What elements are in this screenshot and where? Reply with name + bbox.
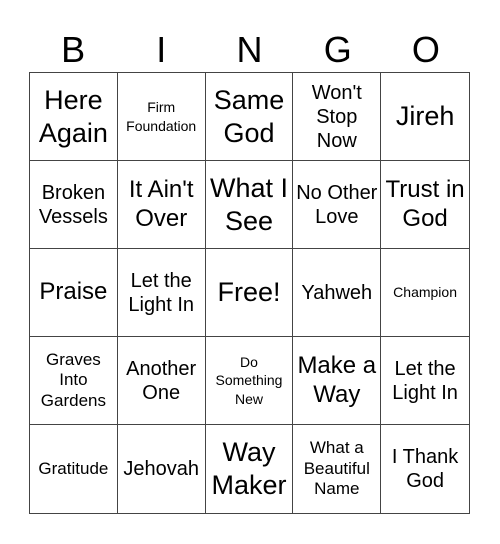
header-letter-o: O bbox=[411, 29, 440, 70]
bingo-cell-n-3[interactable]: Free! bbox=[205, 249, 294, 337]
bingo-cell-n-2[interactable]: What I See bbox=[205, 161, 294, 249]
bingo-cell-i-4[interactable]: Another One bbox=[117, 337, 206, 425]
header-letter-n: N bbox=[236, 29, 263, 70]
bingo-cell-o-1[interactable]: Jireh bbox=[381, 73, 469, 161]
bingo-cell-i-1[interactable]: Firm Foundation bbox=[117, 73, 206, 161]
bingo-cell-g-4[interactable]: Make a Way bbox=[293, 337, 382, 425]
bingo-cell-i-3[interactable]: Let the Light In bbox=[117, 249, 206, 337]
bingo-cell-n-1[interactable]: Same God bbox=[205, 73, 294, 161]
bingo-cell-o-4[interactable]: Let the Light In bbox=[381, 337, 469, 425]
bingo-header: B I N G O bbox=[29, 30, 470, 70]
header-letter-g: G bbox=[323, 29, 352, 70]
bingo-cell-g-3[interactable]: Yahweh bbox=[293, 249, 382, 337]
bingo-cell-b-2[interactable]: Broken Vessels bbox=[30, 161, 118, 249]
header-letter-b: B bbox=[61, 29, 86, 70]
bingo-cell-b-5[interactable]: Gratitude bbox=[30, 425, 118, 513]
bingo-cell-g-1[interactable]: Won't Stop Now bbox=[293, 73, 382, 161]
bingo-cell-g-5[interactable]: What a Beautiful Name bbox=[293, 425, 382, 513]
bingo-cell-o-5[interactable]: I Thank God bbox=[381, 425, 469, 513]
bingo-cell-o-2[interactable]: Trust in God bbox=[381, 161, 469, 249]
header-letter-i: I bbox=[156, 29, 167, 70]
bingo-cell-b-1[interactable]: Here Again bbox=[30, 73, 118, 161]
bingo-cell-n-5[interactable]: Way Maker bbox=[206, 425, 294, 513]
bingo-cell-b-4[interactable]: Graves Into Gardens bbox=[30, 337, 118, 425]
bingo-cell-o-3[interactable]: Champion bbox=[381, 249, 469, 337]
bingo-cell-i-5[interactable]: Jehovah bbox=[118, 425, 206, 513]
bingo-cell-i-2[interactable]: It Ain't Over bbox=[117, 161, 206, 249]
bingo-cell-g-2[interactable]: No Other Love bbox=[293, 161, 382, 249]
bingo-card-grid: Here Again Firm Foundation Same God Won't S… bbox=[29, 72, 470, 514]
bingo-cell-b-3[interactable]: Praise bbox=[30, 249, 118, 337]
bingo-cell-n-4[interactable]: Do Something New bbox=[205, 337, 294, 425]
